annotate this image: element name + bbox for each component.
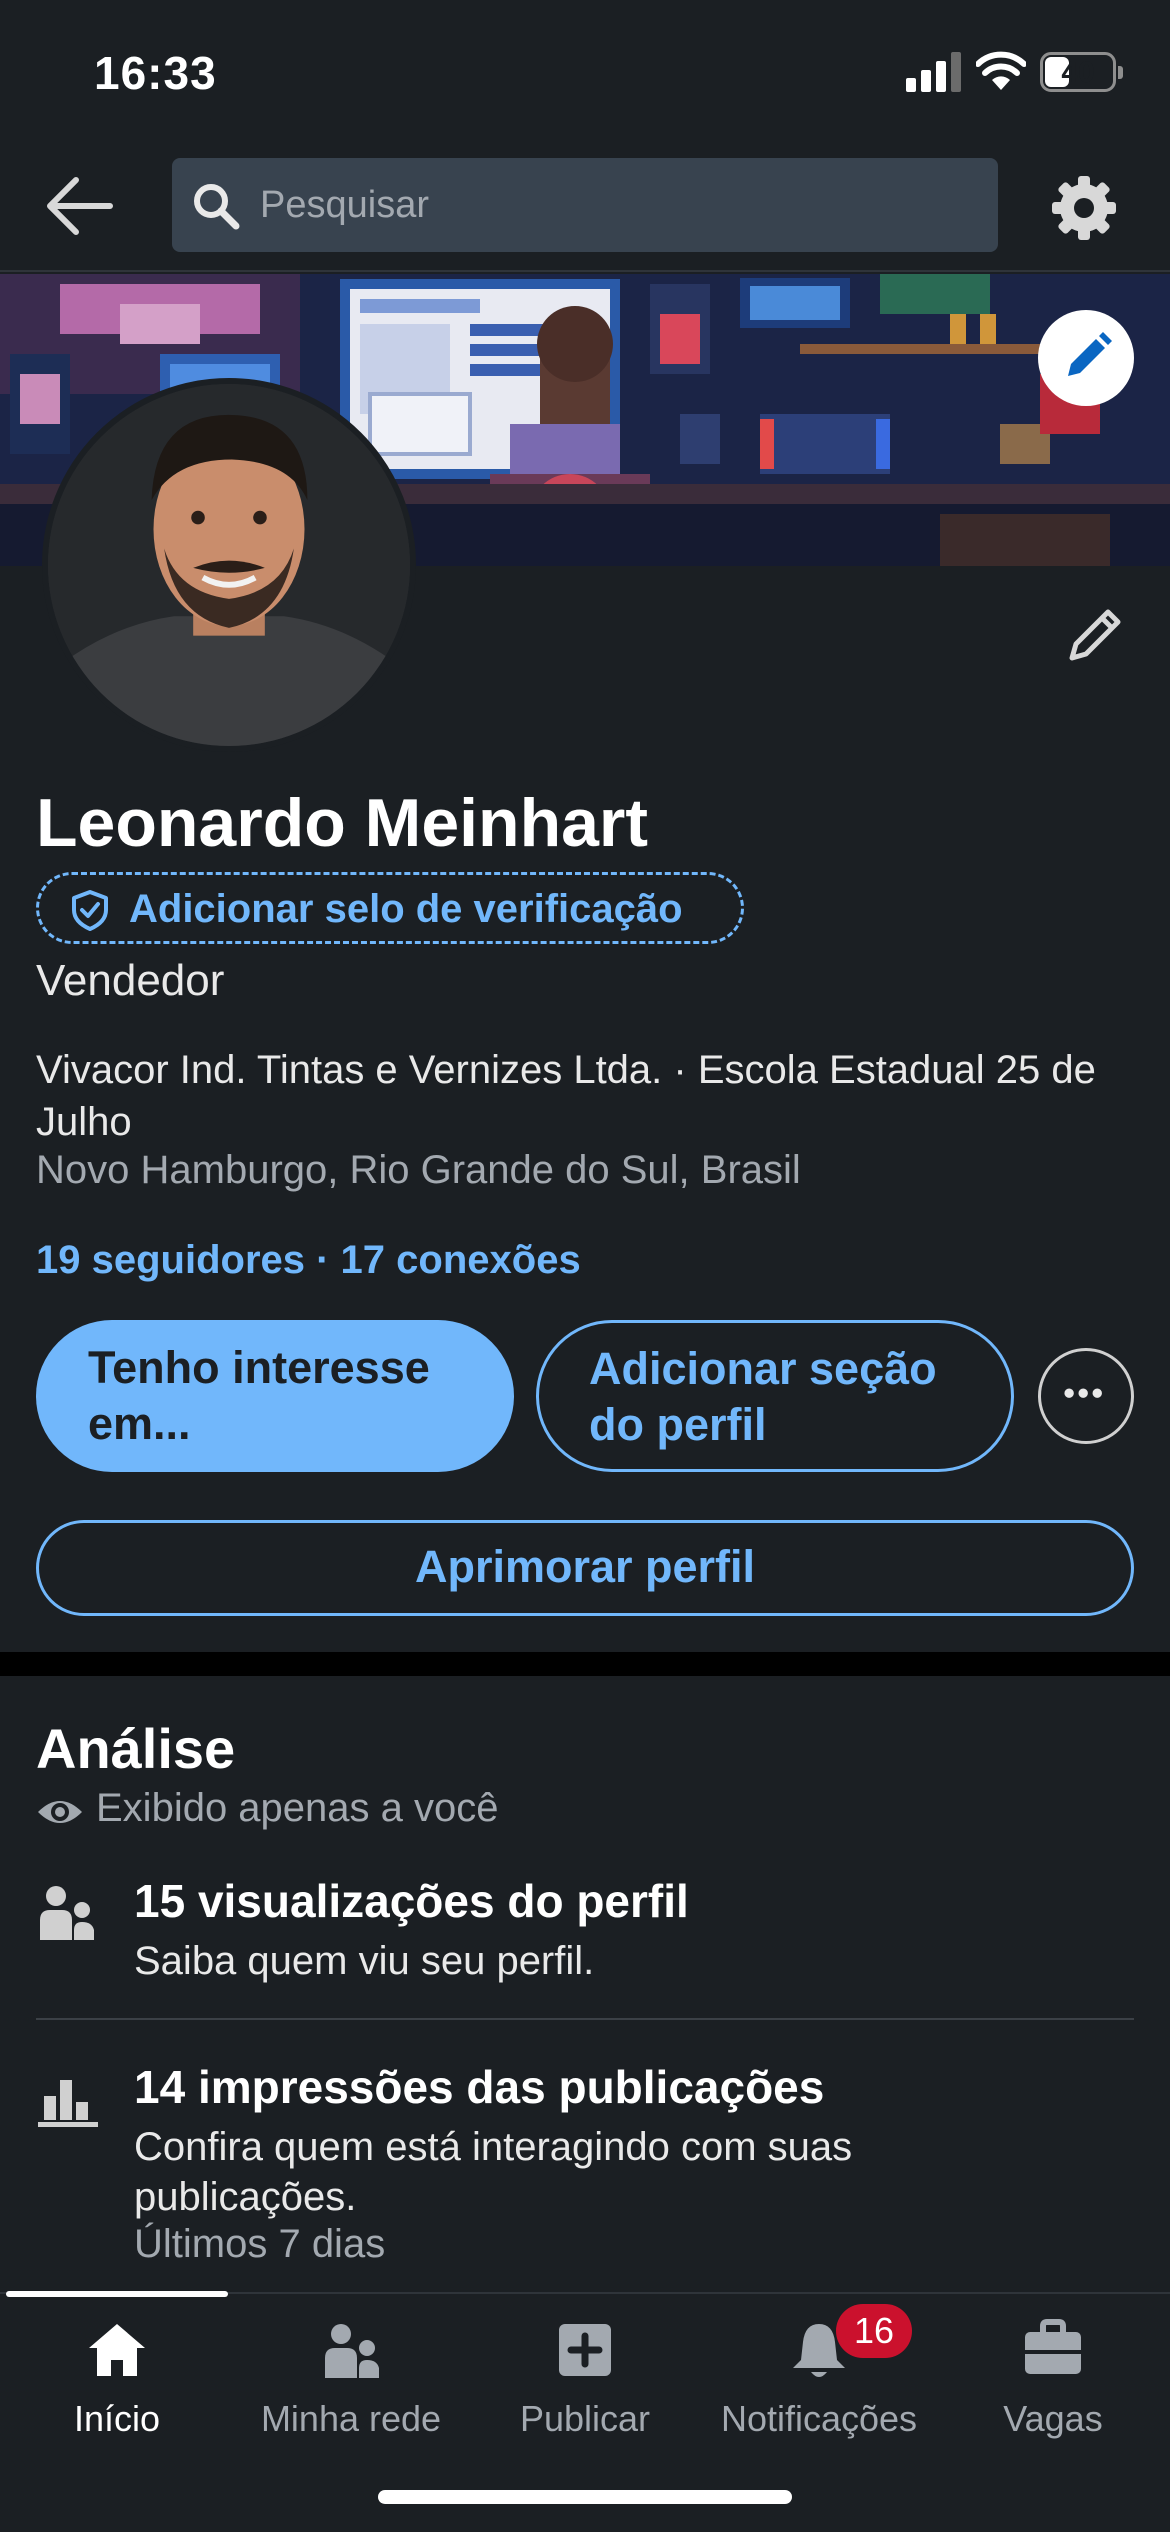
nav-home-label: Início: [73, 2398, 161, 2439]
profile-avatar[interactable]: [42, 378, 416, 752]
search-input[interactable]: [260, 178, 960, 232]
edit-cover-button[interactable]: [1038, 310, 1134, 406]
nav-notifications-label: Notificações: [720, 2398, 918, 2439]
analytics-title: Análise: [36, 1717, 236, 1780]
search-bar[interactable]: [172, 158, 998, 252]
profile-views-subtitle: Saiba quem viu seu perfil.: [134, 1939, 595, 1983]
improve-profile-button[interactable]: Aprimorar perfil: [36, 1520, 1134, 1616]
nav-jobs-label: Vagas: [1003, 2398, 1103, 2439]
home-icon: [89, 2324, 145, 2376]
eye-icon: [38, 1801, 82, 1823]
profile-views-title: 15 visualizações do perfil: [134, 1875, 689, 1927]
shield-check-icon: [72, 890, 108, 931]
status-bar: 16:33 40: [0, 0, 1170, 140]
nav-network-label: Minha rede: [260, 2398, 442, 2439]
battery-tip: [1118, 66, 1123, 79]
profile-location: Novo Hamburgo, Rio Grande do Sul, Brasil: [36, 1148, 801, 1192]
followers-connections-link[interactable]: 19 seguidores · 17 conexões: [36, 1238, 581, 1283]
gear-icon[interactable]: [1050, 174, 1118, 242]
post-impressions-period: Últimos 7 dias: [134, 2222, 386, 2266]
open-to-button[interactable]: Tenho interesse em...: [36, 1320, 514, 1472]
cellular-signal-icon: [906, 52, 961, 92]
ellipsis-icon: [1064, 1388, 1102, 1398]
edit-profile-pencil-icon[interactable]: [1062, 600, 1130, 668]
plus-square-icon: [559, 2324, 611, 2376]
profile-name: Leonardo Meinhart: [36, 785, 649, 861]
top-navigation: [0, 140, 1170, 272]
wifi-icon: [976, 51, 1026, 90]
network-icon: [325, 2324, 379, 2378]
search-icon: [194, 184, 240, 230]
battery-icon: 40: [1040, 52, 1123, 92]
active-tab-indicator: [6, 2291, 228, 2297]
post-impressions-metric[interactable]: 14 impressões das publicações Confira qu…: [36, 2060, 1134, 2270]
post-impressions-subtitle: Confira quem está interagindo com suas p…: [134, 2125, 853, 2219]
nav-home[interactable]: Início: [0, 2312, 234, 2452]
people-icon: [40, 1886, 94, 1940]
briefcase-icon: [1025, 2319, 1081, 2374]
open-to-label: Tenho interesse em...: [88, 1342, 430, 1449]
nav-post-label: Publicar: [519, 2398, 651, 2439]
notifications-count-badge: 16: [836, 2304, 912, 2358]
home-indicator: [378, 2490, 792, 2504]
profile-experience[interactable]: Vivacor Ind. Tintas e Vernizes Ltda. · E…: [36, 1044, 1136, 1148]
avatar-photo: [48, 384, 410, 746]
nav-post[interactable]: Publicar: [468, 2312, 702, 2452]
profile-headline: Vendedor: [36, 956, 225, 1005]
pencil-icon: [1068, 332, 1112, 376]
add-verification-badge-button[interactable]: Adicionar selo de verificação: [36, 872, 744, 944]
metric-divider: [36, 2018, 1134, 2020]
add-profile-section-button[interactable]: Adicionar seção do perfil: [536, 1320, 1014, 1472]
post-impressions-title: 14 impressões das publicações: [134, 2061, 825, 2113]
bar-chart-icon: [38, 2080, 98, 2127]
verify-label: Adicionar selo de verificação: [129, 887, 683, 931]
battery-percentage: 40: [1061, 56, 1095, 89]
profile-views-metric[interactable]: 15 visualizações do perfil Saiba quem vi…: [36, 1874, 1134, 1994]
nav-my-network[interactable]: Minha rede: [234, 2312, 468, 2452]
status-time: 16:33: [94, 47, 217, 99]
more-options-button[interactable]: [1038, 1348, 1134, 1444]
nav-jobs[interactable]: Vagas: [936, 2312, 1170, 2452]
private-label: Exibido apenas a você: [96, 1786, 499, 1830]
section-divider: [0, 1652, 1170, 1676]
arrow-left-icon[interactable]: [44, 174, 116, 238]
add-section-label: Adicionar seção do perfil: [589, 1343, 937, 1450]
